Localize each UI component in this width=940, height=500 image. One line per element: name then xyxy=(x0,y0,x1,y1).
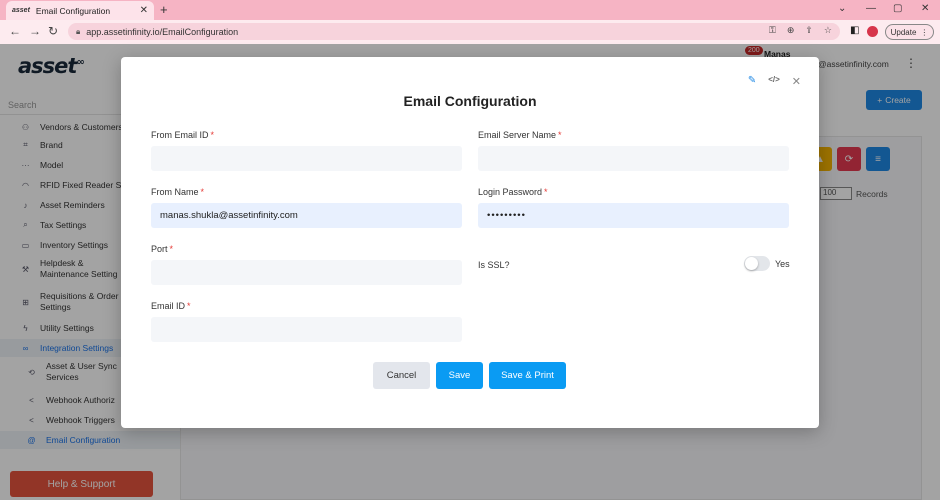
save-button[interactable]: Save xyxy=(436,362,483,389)
required-mark: * xyxy=(169,244,174,254)
browser-tab-bar: asset Email Configuration ✕ + ⌄ — ▢ ✕ xyxy=(0,0,940,20)
code-icon[interactable]: </> xyxy=(768,75,780,88)
email-configuration-modal: ✎ </> ✕ Email Configuration From Email I… xyxy=(121,57,819,428)
required-mark: * xyxy=(210,130,215,140)
login-password-input[interactable]: ••••••••• xyxy=(478,203,789,228)
from-email-id-label: From Email ID * xyxy=(151,130,214,140)
url-text: app.assetinfinity.io/EmailConfiguration xyxy=(86,26,239,37)
is-ssl-toggle-label: Yes xyxy=(775,259,790,269)
from-email-id-input[interactable] xyxy=(151,146,462,171)
toggle-knob xyxy=(745,257,758,270)
install-icon[interactable]: ⊕ xyxy=(787,25,795,36)
required-mark: * xyxy=(558,130,562,140)
required-mark: * xyxy=(544,187,548,197)
label-text: From Name xyxy=(151,187,199,197)
close-icon[interactable]: ✕ xyxy=(792,75,801,88)
label-text: From Email ID xyxy=(151,130,209,140)
profile-avatar[interactable] xyxy=(867,26,878,37)
maximize-icon[interactable]: ▢ xyxy=(893,3,902,14)
label-text: Email ID xyxy=(151,301,186,311)
star-icon[interactable]: ☆ xyxy=(824,25,832,36)
address-bar: ← → ↻ 🔒︎ app.assetinfinity.io/EmailConfi… xyxy=(0,20,940,44)
browser-tab[interactable]: asset Email Configuration ✕ xyxy=(6,1,154,20)
favicon-icon: asset xyxy=(12,7,30,14)
minimize-icon[interactable]: — xyxy=(866,3,876,14)
sidebar-toggle-icon[interactable]: ◧ xyxy=(850,25,859,36)
close-tab-icon[interactable]: ✕ xyxy=(140,5,148,16)
label-text: Email Server Name xyxy=(478,130,557,140)
chevron-down-icon[interactable]: ⌄ xyxy=(838,3,846,14)
tab-title: Email Configuration xyxy=(35,5,111,16)
cancel-button[interactable]: Cancel xyxy=(373,362,430,389)
modal-actions: ✎ </> ✕ xyxy=(748,75,801,88)
edit-icon[interactable]: ✎ xyxy=(748,75,756,88)
kebab-icon: ⋮ xyxy=(920,27,929,37)
update-label: Update xyxy=(890,27,917,37)
from-name-label: From Name * xyxy=(151,187,204,197)
back-icon[interactable]: ← xyxy=(9,24,21,38)
new-tab-icon[interactable]: + xyxy=(160,2,168,17)
email-id-input[interactable] xyxy=(151,317,462,342)
is-ssl-label: Is SSL? xyxy=(478,260,510,270)
port-label: Port * xyxy=(151,244,173,254)
from-name-input[interactable]: manas.shukla@assetinfinity.com xyxy=(151,203,462,228)
update-button[interactable]: Update ⋮ xyxy=(885,24,934,40)
is-ssl-toggle[interactable] xyxy=(744,256,770,271)
required-mark: * xyxy=(200,187,205,197)
key-icon[interactable]: ⚿ xyxy=(769,25,776,36)
url-omnibox[interactable]: 🔒︎ app.assetinfinity.io/EmailConfigurati… xyxy=(68,23,840,40)
email-server-name-label: Email Server Name * xyxy=(478,130,562,140)
port-input[interactable] xyxy=(151,260,462,285)
save-print-button[interactable]: Save & Print xyxy=(489,362,566,389)
modal-title: Email Configuration xyxy=(403,93,537,109)
required-mark: * xyxy=(187,301,191,311)
window-close-icon[interactable]: ✕ xyxy=(921,3,929,14)
label-text: Port xyxy=(151,244,168,254)
login-password-label: Login Password * xyxy=(478,187,548,197)
lock-icon: 🔒︎ xyxy=(76,26,81,36)
forward-icon[interactable]: → xyxy=(29,24,41,38)
email-server-name-input[interactable] xyxy=(478,146,789,171)
reload-icon[interactable]: ↻ xyxy=(48,24,58,38)
email-id-label: Email ID * xyxy=(151,301,191,311)
share-icon[interactable]: ⇪ xyxy=(805,25,813,36)
label-text: Login Password xyxy=(478,187,543,197)
